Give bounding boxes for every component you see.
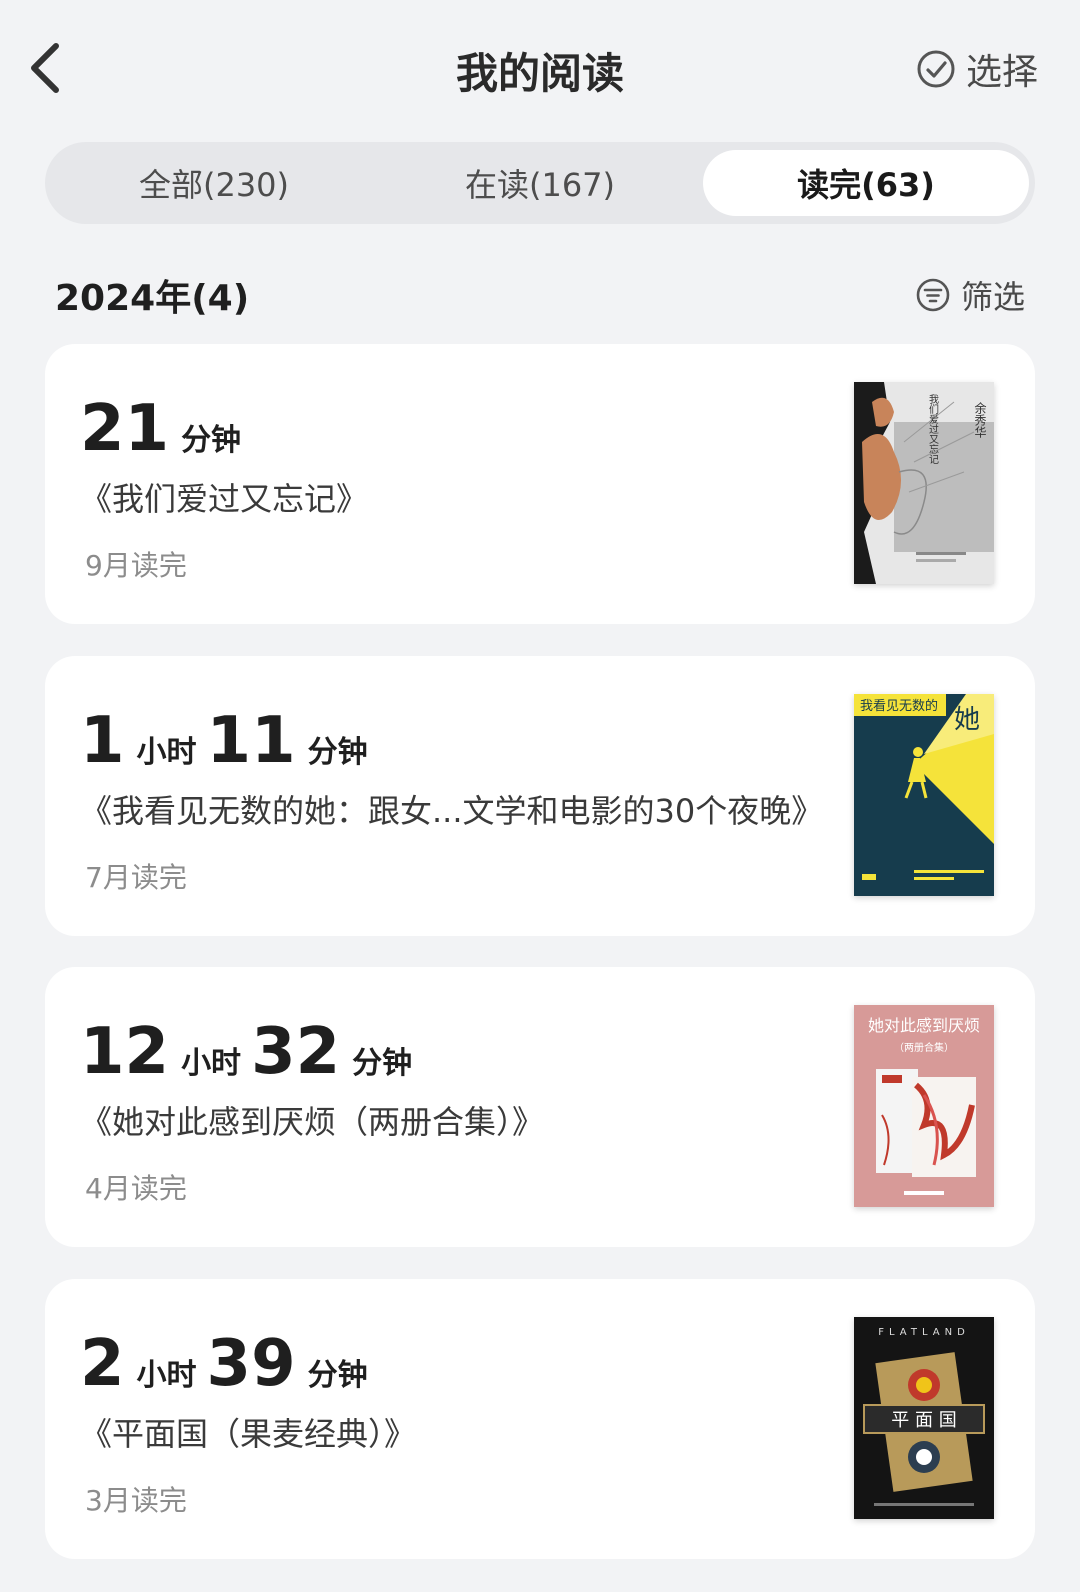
tab-finished[interactable]: 读完(63) xyxy=(703,150,1029,216)
book-card[interactable]: 2 小时 39 分钟 《平面国（果麦经典）》 3月读完 FLATLAND 平 面… xyxy=(45,1279,1035,1559)
book-cover: 我看见无数的 她 xyxy=(854,694,994,896)
book-title: 《我们爱过又忘记》 xyxy=(80,480,369,518)
cover-latin-title: FLATLAND xyxy=(878,1327,970,1338)
cover-title-top: 我看见无数的 xyxy=(860,698,938,714)
duration-unit: 分钟 xyxy=(307,1358,368,1393)
book-card[interactable]: 1 小时 11 分钟 《我看见无数的她：跟女...文学和电影的30个夜晚》 7月… xyxy=(45,656,1035,936)
reading-status-tabs: 全部(230) 在读(167) 读完(63) xyxy=(45,142,1035,224)
finished-date: 3月读完 xyxy=(85,1484,187,1517)
filter-label: 筛选 xyxy=(960,278,1025,316)
duration-unit: 分钟 xyxy=(352,1046,413,1081)
duration-number: 2 xyxy=(80,1327,125,1401)
duration-unit: 小时 xyxy=(136,735,197,770)
duration-unit: 分钟 xyxy=(181,423,242,458)
duration-number: 1 xyxy=(80,704,125,778)
book-cover: 她对此感到厌烦 （两册合集） xyxy=(854,1005,994,1207)
duration-number: 21 xyxy=(80,392,170,466)
year-label: 2024年(4) xyxy=(55,278,250,319)
book-card[interactable]: 12 小时 32 分钟 《她对此感到厌烦（两册合集）》 4月读完 她对此感到厌烦… xyxy=(45,967,1035,1247)
cover-title: 平 面 国 xyxy=(891,1410,956,1431)
duration-number: 39 xyxy=(206,1327,296,1401)
reading-duration: 12 小时 32 分钟 xyxy=(80,1015,422,1089)
duration-unit: 小时 xyxy=(181,1046,242,1081)
filter-icon xyxy=(916,278,950,312)
book-title: 《我看见无数的她：跟女...文学和电影的30个夜晚》 xyxy=(80,792,824,830)
cover-title-char: 她 xyxy=(954,705,980,735)
top-bar: 我的阅读 选择 xyxy=(0,0,1080,140)
book-title: 《平面国（果麦经典）》 xyxy=(80,1415,417,1453)
duration-number: 11 xyxy=(206,704,296,778)
finished-date: 9月读完 xyxy=(85,549,187,582)
tab-all[interactable]: 全部(230) xyxy=(51,150,377,216)
check-circle-icon xyxy=(917,50,955,88)
reading-duration: 2 小时 39 分钟 xyxy=(80,1327,378,1401)
duration-number: 12 xyxy=(80,1015,170,1089)
finished-date: 7月读完 xyxy=(85,861,187,894)
finished-date: 4月读完 xyxy=(85,1172,187,1205)
cover-subtitle: （两册合集） xyxy=(894,1041,954,1054)
book-title: 《她对此感到厌烦（两册合集）》 xyxy=(80,1103,545,1141)
cover-title: 她对此感到厌烦 xyxy=(868,1016,980,1035)
duration-unit: 分钟 xyxy=(307,735,368,770)
reading-duration: 1 小时 11 分钟 xyxy=(80,704,378,778)
book-cover: 余秀华 我们爱过又忘记 xyxy=(854,382,994,584)
book-cover: FLATLAND 平 面 国 xyxy=(854,1317,994,1519)
cover-author: 余秀华 xyxy=(973,401,987,438)
select-label: 选择 xyxy=(965,52,1038,93)
duration-unit: 小时 xyxy=(136,1358,197,1393)
duration-number: 32 xyxy=(251,1015,341,1089)
select-button[interactable]: 选择 xyxy=(916,44,1038,94)
book-card[interactable]: 21 分钟 《我们爱过又忘记》 9月读完 余秀华 我们爱过又忘记 xyxy=(45,344,1035,624)
tab-reading[interactable]: 在读(167) xyxy=(377,150,703,216)
filter-button[interactable]: 筛选 xyxy=(915,272,1025,318)
reading-duration: 21 分钟 xyxy=(80,392,251,466)
year-header: 2024年(4) 筛选 xyxy=(55,268,1025,322)
cover-title: 我们爱过又忘记 xyxy=(927,394,939,464)
